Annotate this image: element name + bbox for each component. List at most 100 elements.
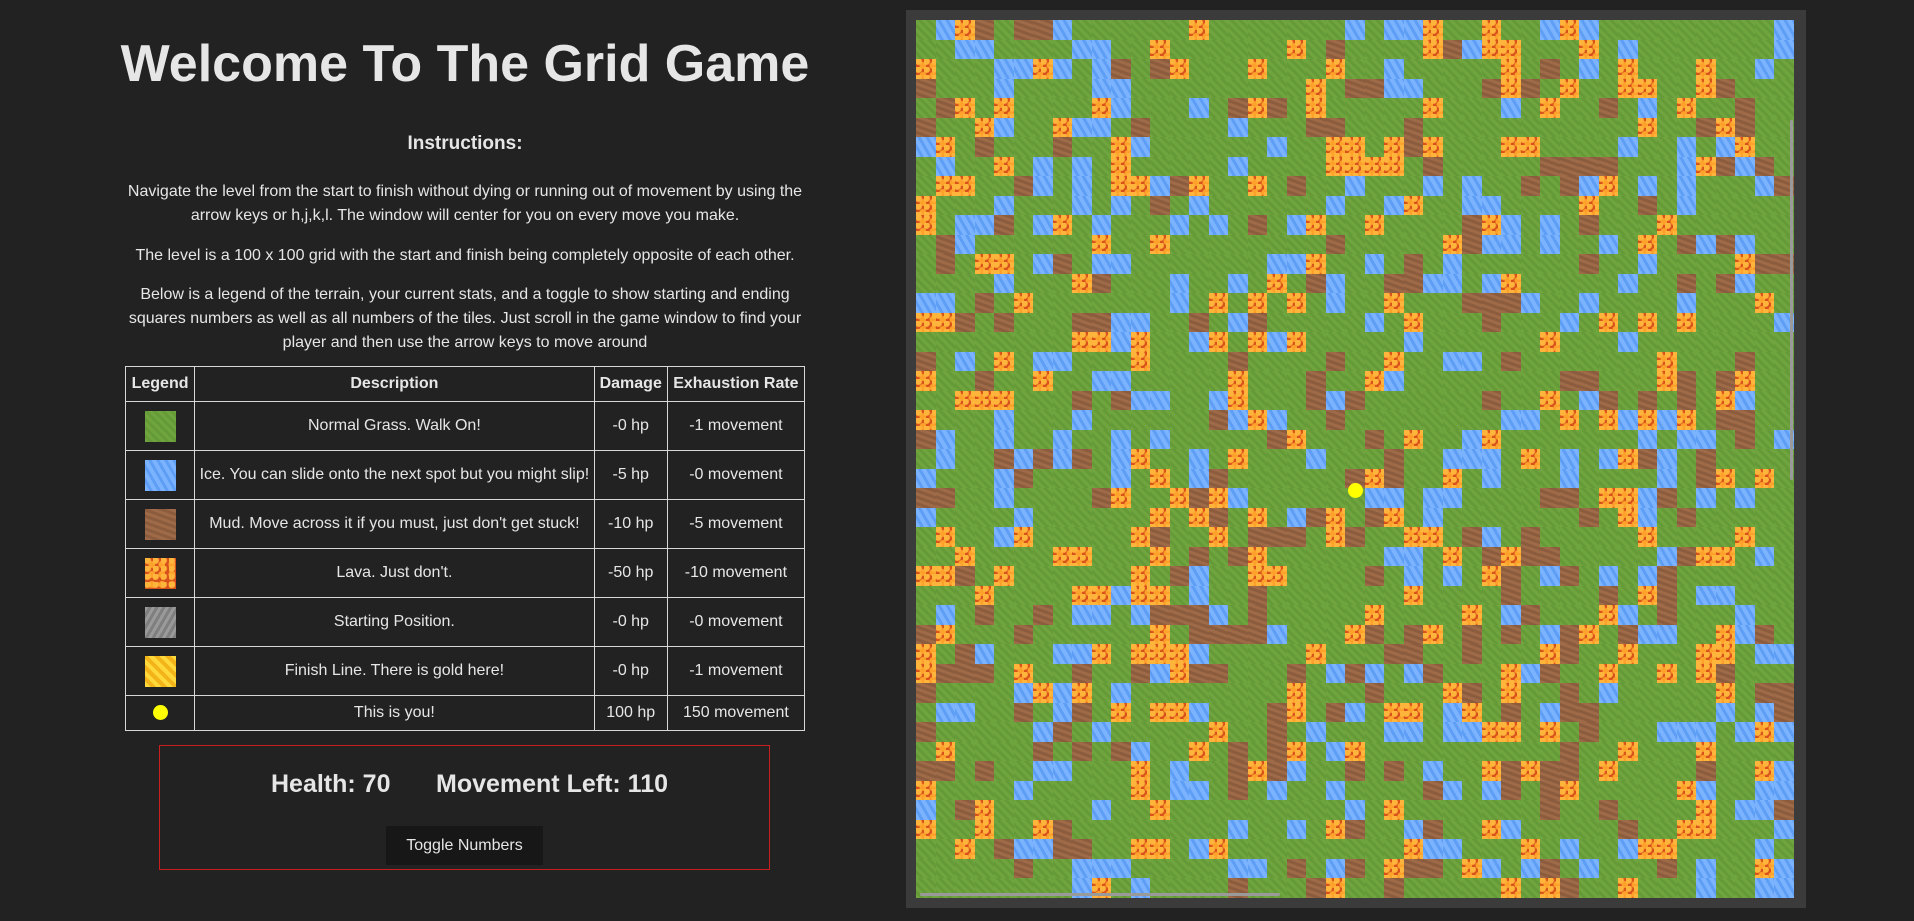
mud-tile — [1676, 371, 1696, 391]
grass-tile — [994, 137, 1014, 157]
grass-tile — [1657, 683, 1677, 703]
lava-tile — [1384, 351, 1404, 371]
game-viewport[interactable] — [916, 20, 1794, 898]
grass-tile — [916, 390, 936, 410]
grass-tile — [1657, 293, 1677, 313]
grass-tile — [1033, 780, 1053, 800]
ice-tile — [1696, 234, 1716, 254]
lava-tile — [1286, 39, 1306, 59]
grass-tile — [935, 215, 955, 235]
lava-tile — [1423, 527, 1443, 547]
grass-tile — [1735, 878, 1755, 898]
lava-tile — [1111, 137, 1131, 157]
mud-tile — [1540, 546, 1560, 566]
grass-tile — [1423, 59, 1443, 79]
grass-tile — [1150, 215, 1170, 235]
grass-tile — [1442, 878, 1462, 898]
lava-tile — [1423, 137, 1443, 157]
grass-tile — [955, 722, 975, 742]
grass-tile — [1462, 117, 1482, 137]
mud-tile — [1189, 624, 1209, 644]
grass-tile — [1657, 98, 1677, 118]
ice-tile — [1754, 878, 1774, 898]
vertical-scrollbar[interactable] — [1790, 120, 1793, 480]
ice-tile — [1579, 293, 1599, 313]
grass-tile — [1618, 468, 1638, 488]
grass-tile — [955, 605, 975, 625]
player-icon — [152, 705, 168, 721]
grass-tile — [1754, 410, 1774, 430]
mud-tile — [1540, 488, 1560, 508]
grass-tile — [1052, 195, 1072, 215]
mud-tile — [1735, 410, 1755, 430]
ice-tile — [1540, 702, 1560, 722]
mud-tile — [1540, 780, 1560, 800]
grass-tile — [974, 488, 994, 508]
horizontal-scrollbar[interactable] — [920, 893, 1280, 896]
ice-tile — [1052, 644, 1072, 664]
game-window[interactable] — [906, 10, 1806, 908]
grass-tile — [1501, 390, 1521, 410]
grass-tile — [955, 741, 975, 761]
grass-tile — [1715, 761, 1735, 781]
grass-tile — [1013, 819, 1033, 839]
grass-tile — [1637, 273, 1657, 293]
lava-tile — [1208, 839, 1228, 859]
grass-tile — [1013, 98, 1033, 118]
mud-tile — [1111, 741, 1131, 761]
grass-tile — [1189, 59, 1209, 79]
grass-tile — [1696, 605, 1716, 625]
lava-tile — [955, 839, 975, 859]
grass-tile — [955, 332, 975, 352]
lava-tile — [955, 176, 975, 196]
lava-tile — [1325, 527, 1345, 547]
grass-tile — [1520, 468, 1540, 488]
mud-tile — [1481, 293, 1501, 313]
lava-tile — [1072, 683, 1092, 703]
grass-tile — [1247, 273, 1267, 293]
lava-tile — [1598, 312, 1618, 332]
grass-tile — [955, 819, 975, 839]
mud-tile — [1384, 761, 1404, 781]
grass-tile — [1403, 468, 1423, 488]
grass-tile — [1735, 780, 1755, 800]
mud-tile — [1072, 663, 1092, 683]
grass-tile — [1403, 176, 1423, 196]
grass-tile — [1345, 332, 1365, 352]
grass-tile — [1384, 410, 1404, 430]
grass-tile — [974, 234, 994, 254]
lava-tile — [1657, 371, 1677, 391]
grass-tile — [1286, 117, 1306, 137]
grass-tile — [1208, 254, 1228, 274]
grass-tile — [1208, 195, 1228, 215]
mud-tile — [1111, 390, 1131, 410]
grass-tile — [1013, 254, 1033, 274]
toggle-numbers-button[interactable]: Toggle Numbers — [386, 826, 543, 865]
grass-tile — [1735, 39, 1755, 59]
grass-tile — [1384, 741, 1404, 761]
grass-tile — [935, 59, 955, 79]
grass-tile — [1208, 59, 1228, 79]
ice-tile — [1501, 819, 1521, 839]
grass-tile — [1715, 527, 1735, 547]
lava-tile — [916, 371, 936, 391]
grass-tile — [1754, 332, 1774, 352]
lava-tile — [1247, 546, 1267, 566]
ice-tile — [1091, 117, 1111, 137]
lava-tile — [1462, 858, 1482, 878]
mud-tile — [1052, 254, 1072, 274]
grass-tile — [1715, 878, 1735, 898]
grass-tile — [1033, 702, 1053, 722]
legend-table: Legend Description Damage Exhaustion Rat… — [124, 366, 806, 731]
grass-tile — [1111, 273, 1131, 293]
lava-tile — [1189, 20, 1209, 40]
grass-tile — [1189, 234, 1209, 254]
grass-tile — [1676, 468, 1696, 488]
grass-tile — [1364, 39, 1384, 59]
grass-tile — [1735, 59, 1755, 79]
grass-tile — [1325, 254, 1345, 274]
grass-tile — [1384, 234, 1404, 254]
grass-tile — [1715, 195, 1735, 215]
ice-tile — [1520, 663, 1540, 683]
grass-tile — [1637, 644, 1657, 664]
